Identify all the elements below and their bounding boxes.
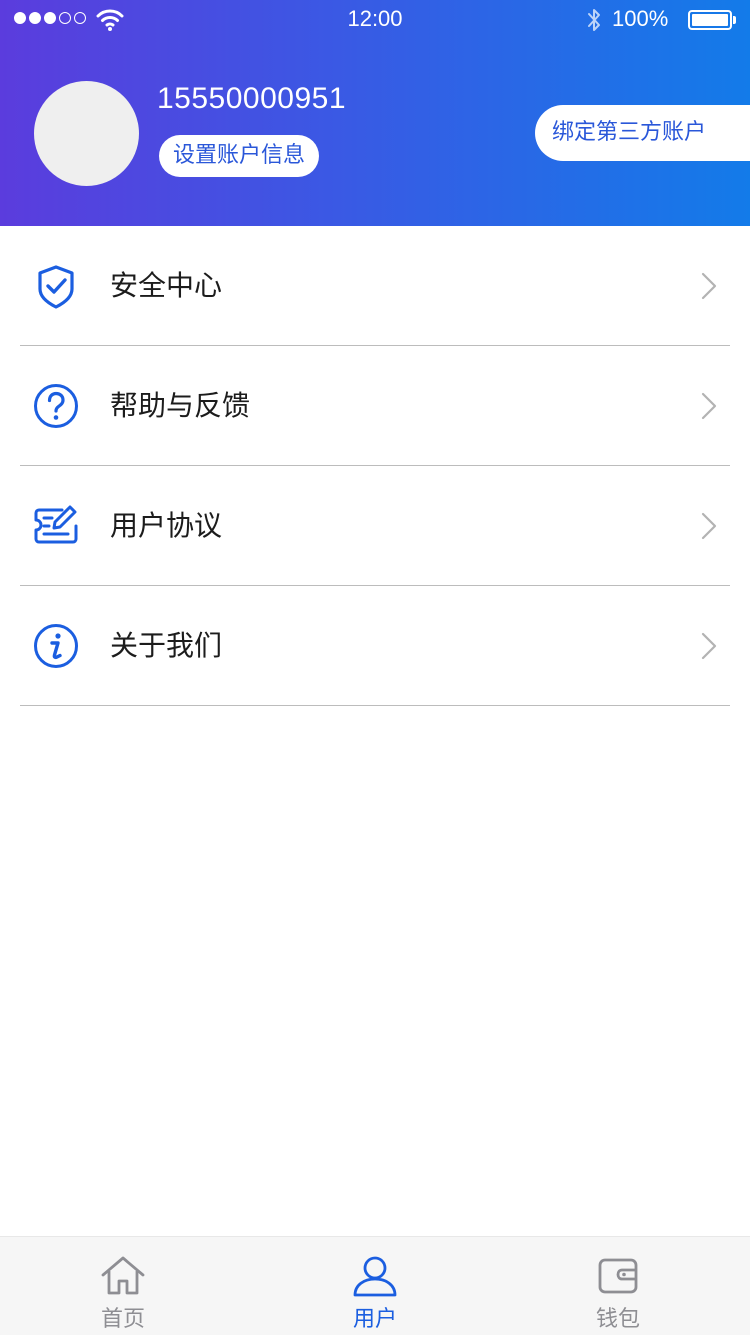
chevron-right-icon [701,272,717,300]
battery-percentage: 100% [612,6,669,31]
tab-label-wallet: 钱包 [595,1307,640,1332]
menu-list: 安全中心 帮助与反馈 用户协议 关于我们 [0,226,750,706]
menu-item-about[interactable]: 关于我们 [20,586,730,706]
wallet-icon [598,1258,638,1294]
menu-item-security[interactable]: 安全中心 [20,226,730,346]
menu-label-about: 关于我们 [110,629,223,662]
avatar[interactable] [34,81,139,186]
tab-label-home: 首页 [100,1307,145,1332]
menu-item-help[interactable]: 帮助与反馈 [20,346,730,466]
chevron-right-icon [701,512,717,540]
profile-header: 12:00 100% 15550000951 设置账户信息 绑定第三方账户 [0,0,750,226]
menu-item-agreement[interactable]: 用户协议 [20,466,730,586]
menu-label-agreement: 用户协议 [110,509,223,542]
bluetooth-icon [588,9,600,31]
battery-tip [733,16,736,24]
tab-home[interactable]: 首页 [63,1237,183,1335]
user-icon [353,1256,397,1297]
user-phone-number: 15550000951 [157,82,347,115]
agreement-edit-icon [34,505,78,544]
home-icon [101,1256,145,1295]
menu-label-security: 安全中心 [110,269,223,302]
tab-label-user: 用户 [352,1307,397,1332]
tab-bar: 首页 用户 钱包 [0,1236,750,1335]
account-settings-button[interactable]: 设置账户信息 [159,135,320,177]
chevron-right-icon [701,392,717,420]
tab-user[interactable]: 用户 [315,1237,435,1335]
menu-label-help: 帮助与反馈 [110,389,251,422]
status-bar: 12:00 100% [0,0,750,40]
tab-wallet[interactable]: 钱包 [558,1237,678,1335]
shield-check-icon [38,265,74,309]
info-circle-icon [34,624,78,668]
help-circle-icon [34,384,78,428]
battery-icon [688,10,732,30]
bind-third-party-button[interactable]: 绑定第三方账户 [535,105,750,161]
chevron-right-icon [701,632,717,660]
